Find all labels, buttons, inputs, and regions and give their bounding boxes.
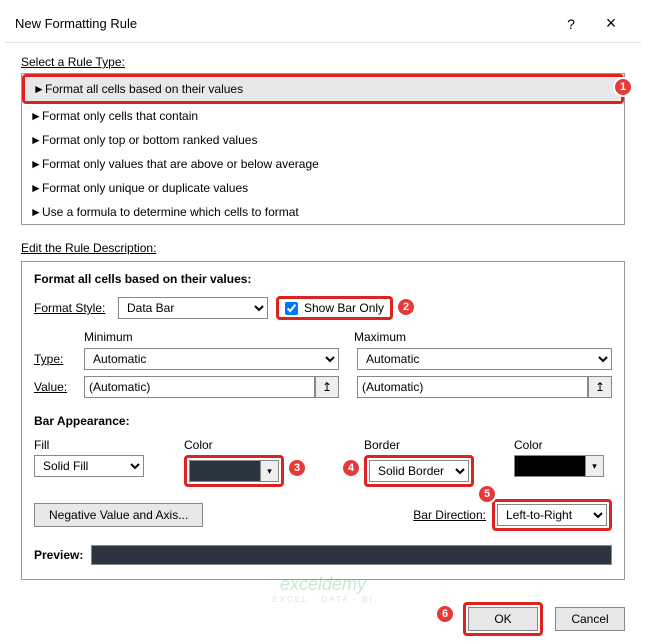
callout-badge-4: 4 bbox=[341, 458, 361, 478]
bar-direction-label: Bar Direction: bbox=[413, 508, 486, 522]
preview-bar bbox=[91, 545, 612, 565]
type-label: Type: bbox=[34, 352, 78, 366]
fill-select[interactable]: Solid Fill bbox=[34, 455, 144, 477]
range-picker-icon[interactable] bbox=[315, 376, 339, 398]
ok-button[interactable]: OK bbox=[468, 607, 538, 631]
chevron-down-icon bbox=[585, 456, 603, 476]
rule-type-list: ►Format all cells based on their values … bbox=[21, 73, 625, 225]
arrow-icon: ► bbox=[30, 205, 42, 219]
arrow-icon: ► bbox=[30, 133, 42, 147]
cancel-button[interactable]: Cancel bbox=[555, 607, 625, 631]
bar-direction-select[interactable]: Left-to-Right bbox=[497, 504, 607, 526]
rule-type-item[interactable]: ►Format only top or bottom ranked values bbox=[22, 128, 624, 152]
arrow-icon: ► bbox=[30, 109, 42, 123]
negative-value-axis-button[interactable]: Negative Value and Axis... bbox=[34, 503, 203, 527]
format-all-cells-header: Format all cells based on their values: bbox=[34, 272, 612, 286]
dialog-content: Select a Rule Type: ►Format all cells ba… bbox=[5, 43, 641, 592]
arrow-icon: ► bbox=[30, 181, 42, 195]
preview-label: Preview: bbox=[34, 548, 83, 562]
rule-type-item[interactable]: ►Use a formula to determine which cells … bbox=[22, 200, 624, 224]
border-color-select[interactable] bbox=[514, 455, 604, 477]
help-icon[interactable]: ? bbox=[551, 16, 591, 32]
rule-type-item[interactable]: ►Format only values that are above or be… bbox=[22, 152, 624, 176]
range-picker-icon[interactable] bbox=[588, 376, 612, 398]
callout-badge-5: 5 bbox=[477, 484, 497, 504]
callout-badge-1: 1 bbox=[613, 77, 633, 97]
minimum-type-select[interactable]: Automatic bbox=[84, 348, 339, 370]
arrow-icon: ► bbox=[30, 157, 42, 171]
maximum-value-input[interactable] bbox=[357, 376, 588, 398]
minimum-value-input[interactable] bbox=[84, 376, 315, 398]
format-style-label: Format Style: bbox=[34, 301, 110, 315]
value-label: Value: bbox=[34, 380, 78, 394]
format-style-select[interactable]: Data Bar bbox=[118, 297, 268, 319]
show-bar-only-checkbox[interactable] bbox=[285, 302, 298, 315]
titlebar: New Formatting Rule ? × bbox=[5, 5, 641, 43]
callout-badge-2: 2 bbox=[396, 297, 416, 317]
rule-type-item[interactable]: ►Format only unique or duplicate values bbox=[22, 176, 624, 200]
maximum-type-select[interactable]: Automatic bbox=[357, 348, 612, 370]
show-bar-only-label: Show Bar Only bbox=[304, 301, 384, 315]
select-rule-type-label: Select a Rule Type: bbox=[21, 55, 625, 69]
chevron-down-icon bbox=[260, 461, 278, 481]
fill-label: Fill bbox=[34, 438, 144, 452]
fill-color-select[interactable] bbox=[189, 460, 279, 482]
dialog-footer: exceldemy EXCEL · DATA · BI 6 OK Cancel bbox=[5, 592, 641, 644]
callout-badge-3: 3 bbox=[287, 458, 307, 478]
arrow-icon: ► bbox=[33, 82, 45, 96]
border-color-label: Color bbox=[514, 438, 604, 452]
bar-appearance-header: Bar Appearance: bbox=[34, 414, 612, 428]
dialog-title: New Formatting Rule bbox=[15, 16, 551, 31]
border-label: Border bbox=[364, 438, 474, 452]
minimum-header: Minimum bbox=[84, 330, 342, 344]
close-icon[interactable]: × bbox=[591, 13, 631, 34]
callout-badge-6: 6 bbox=[435, 604, 455, 624]
rule-type-item[interactable]: ►Format only cells that contain bbox=[22, 104, 624, 128]
rule-description-box: Format all cells based on their values: … bbox=[21, 261, 625, 580]
rule-type-item[interactable]: ►Format all cells based on their values bbox=[25, 77, 621, 101]
new-formatting-rule-dialog: New Formatting Rule ? × Select a Rule Ty… bbox=[5, 5, 641, 617]
fill-color-label: Color bbox=[184, 438, 284, 452]
maximum-header: Maximum bbox=[354, 330, 612, 344]
show-bar-only-wrap: Show Bar Only 2 bbox=[276, 296, 393, 320]
border-select[interactable]: Solid Border bbox=[369, 460, 469, 482]
edit-rule-description-label: Edit the Rule Description: bbox=[21, 241, 625, 255]
